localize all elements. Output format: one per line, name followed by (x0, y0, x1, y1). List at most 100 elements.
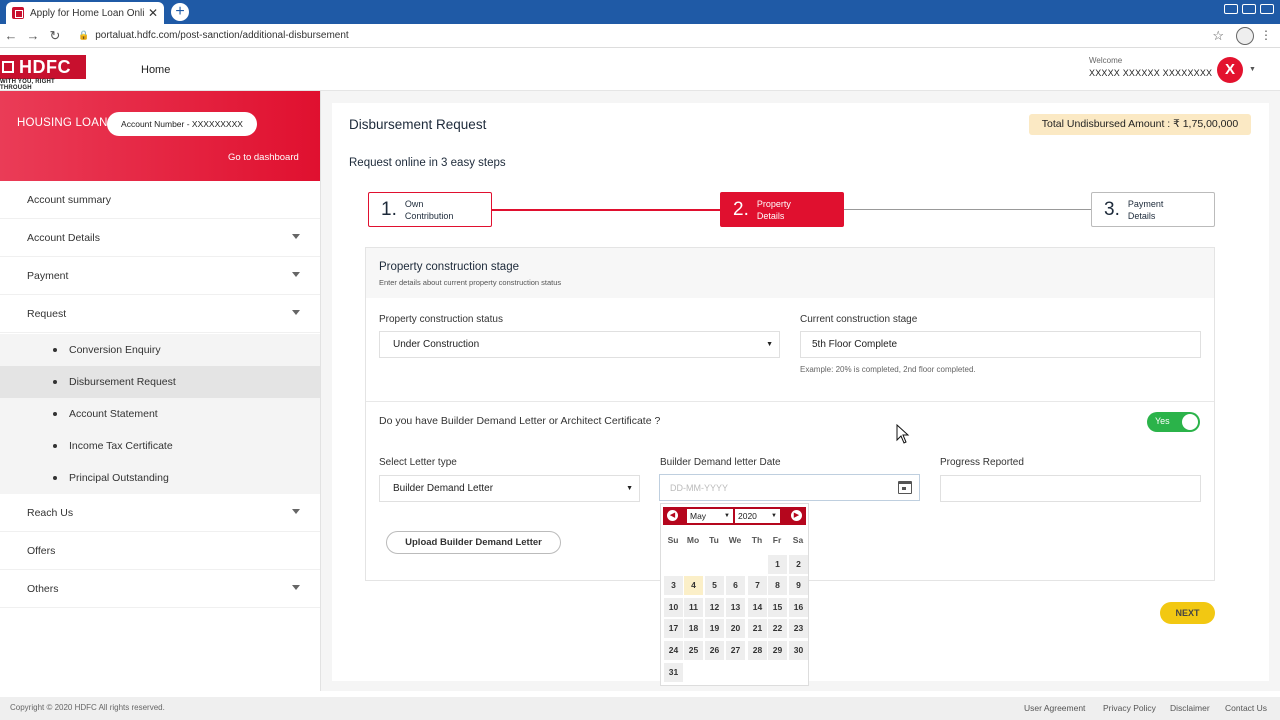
calendar-day[interactable]: 22 (768, 619, 787, 638)
calendar-day[interactable]: 28 (748, 641, 767, 660)
calendar-day[interactable]: 24 (664, 641, 683, 660)
calendar-day[interactable]: 16 (789, 598, 808, 617)
calendar-day[interactable]: 14 (748, 598, 767, 617)
calendar-day[interactable]: 27 (726, 641, 745, 660)
step-label-line2: Details (1127, 210, 1156, 221)
go-to-dashboard-link[interactable]: Go to dashboard (228, 152, 299, 163)
step-payment-details[interactable]: 3. Payment Details (1091, 192, 1215, 227)
calendar-day[interactable]: 26 (705, 641, 724, 660)
sidebar-item-label: Others (27, 582, 59, 595)
calendar-day[interactable]: 6 (726, 576, 745, 595)
sidebar-item-account-details[interactable]: Account Details (0, 219, 320, 257)
url-field[interactable]: portaluat.hdfc.com/post-sanction/additio… (95, 30, 348, 41)
calendar-day[interactable]: 18 (684, 619, 703, 638)
contact-us-link[interactable]: Contact Us (1225, 703, 1267, 713)
sidebar-item-label: Payment (27, 269, 69, 282)
progress-reported-input[interactable] (940, 475, 1201, 502)
calendar-day[interactable]: 3 (664, 576, 683, 595)
calendar-day[interactable]: 19 (705, 619, 724, 638)
next-month-icon[interactable]: ▶ (791, 510, 802, 521)
sidebar-subitem-conversion-enquiry[interactable]: Conversion Enquiry (0, 334, 320, 366)
calendar-day[interactable]: 25 (684, 641, 703, 660)
chevron-down-icon (292, 234, 300, 239)
footer: Copyright © 2020 HDFC All rights reserve… (0, 697, 1280, 720)
calendar-day[interactable]: 10 (664, 598, 683, 617)
calendar-day[interactable]: 7 (748, 576, 767, 595)
browser-tab[interactable]: Apply for Home Loan Online | ... ✕ (6, 2, 164, 24)
step-own-contribution[interactable]: 1. Own Contribution (368, 192, 492, 227)
sidebar-item-others[interactable]: Others (0, 570, 320, 608)
calendar-day[interactable]: 9 (789, 576, 808, 595)
hdfc-logo[interactable]: HDFC WITH YOU, RIGHT THROUGH (0, 55, 86, 91)
calendar-day[interactable]: 13 (726, 598, 745, 617)
calendar-day[interactable]: 2 (789, 555, 808, 574)
sidebar-subitem-principal-outstanding[interactable]: Principal Outstanding (0, 462, 320, 494)
sidebar-subitem-account-statement[interactable]: Account Statement (0, 398, 320, 430)
weekday-label: Fr (772, 535, 782, 545)
builder-letter-date-input[interactable]: DD-MM-YYYY (659, 474, 920, 501)
loan-type: HOUSING LOAN (17, 117, 108, 129)
sidebar-item-account-summary[interactable]: Account summary (0, 181, 320, 219)
builder-letter-toggle[interactable]: Yes (1147, 412, 1200, 432)
calendar-day[interactable]: 4 (684, 576, 703, 595)
letter-type-select[interactable]: Builder Demand Letter ▼ (379, 475, 640, 502)
avatar[interactable]: X (1217, 57, 1243, 83)
tab-close-icon[interactable]: ✕ (148, 6, 158, 20)
construction-status-select[interactable]: Under Construction ▼ (379, 331, 780, 358)
calendar-icon[interactable] (898, 481, 912, 494)
sidebar-item-offers[interactable]: Offers (0, 532, 320, 570)
construction-stage-input[interactable]: 5th Floor Complete (800, 331, 1201, 358)
bookmark-star-icon[interactable]: ☆ (1212, 28, 1224, 44)
dropdown-arrow-icon: ▼ (771, 513, 777, 519)
construction-stage-value: 5th Floor Complete (812, 339, 898, 350)
calendar-day[interactable]: 30 (789, 641, 808, 660)
privacy-policy-link[interactable]: Privacy Policy (1103, 703, 1156, 713)
profile-icon[interactable] (1236, 27, 1254, 45)
month-select[interactable]: May ▼ (687, 509, 733, 523)
reload-icon[interactable]: ↻ (44, 28, 66, 44)
new-tab-button[interactable]: + (171, 3, 189, 21)
section-title: Property construction stage (379, 261, 519, 273)
calendar-day[interactable]: 29 (768, 641, 787, 660)
calendar-day[interactable]: 31 (664, 663, 683, 682)
back-icon[interactable]: ← (0, 28, 22, 43)
stage-hint: Example: 20% is completed, 2nd floor com… (800, 365, 976, 374)
browser-menu-icon[interactable]: ⋮ (1260, 28, 1272, 42)
calendar-day[interactable]: 11 (684, 598, 703, 617)
calendar-day[interactable]: 23 (789, 619, 808, 638)
forward-icon[interactable]: → (22, 28, 44, 43)
prev-month-icon[interactable]: ◀ (667, 510, 678, 521)
disclaimer-link[interactable]: Disclaimer (1170, 703, 1210, 713)
calendar-day[interactable]: 17 (664, 619, 683, 638)
calendar-day[interactable]: 5 (705, 576, 724, 595)
sidebar-subitem-disbursement-request[interactable]: Disbursement Request (0, 366, 320, 398)
weekday-label: Su (667, 535, 679, 545)
calendar-day[interactable]: 12 (705, 598, 724, 617)
calendar-day[interactable]: 1 (768, 555, 787, 574)
weekday-label: Sa (792, 535, 804, 545)
sidebar-item-request[interactable]: Request (0, 295, 320, 333)
step-label-line1: Property (756, 198, 791, 209)
minimize-icon[interactable] (1224, 4, 1238, 14)
next-button[interactable]: NEXT (1160, 602, 1215, 624)
calendar-day[interactable]: 21 (748, 619, 767, 638)
upload-builder-letter-button[interactable]: Upload Builder Demand Letter (386, 531, 561, 554)
calendar-day[interactable]: 20 (726, 619, 745, 638)
year-select[interactable]: 2020 ▼ (735, 509, 780, 523)
lock-icon[interactable]: 🔒 (78, 30, 89, 41)
sidebar-subitem-income-tax-certificate[interactable]: Income Tax Certificate (0, 430, 320, 462)
window-controls (1224, 0, 1274, 14)
chevron-down-icon[interactable]: ▼ (1249, 66, 1256, 73)
home-link[interactable]: Home (141, 64, 170, 76)
step-label-line2: Details (756, 210, 785, 221)
user-agreement-link[interactable]: User Agreement (1024, 703, 1085, 713)
sidebar-item-payment[interactable]: Payment (0, 257, 320, 295)
maximize-icon[interactable] (1242, 4, 1256, 14)
step-property-details[interactable]: 2. Property Details (720, 192, 844, 227)
app-header: HDFC WITH YOU, RIGHT THROUGH Home Welcom… (0, 49, 1280, 91)
sidebar-banner: HOUSING LOAN Account Number - XXXXXXXXX … (0, 91, 320, 181)
calendar-day[interactable]: 8 (768, 576, 787, 595)
close-window-icon[interactable] (1260, 4, 1274, 14)
calendar-day[interactable]: 15 (768, 598, 787, 617)
sidebar-item-reach-us[interactable]: Reach Us (0, 494, 320, 532)
